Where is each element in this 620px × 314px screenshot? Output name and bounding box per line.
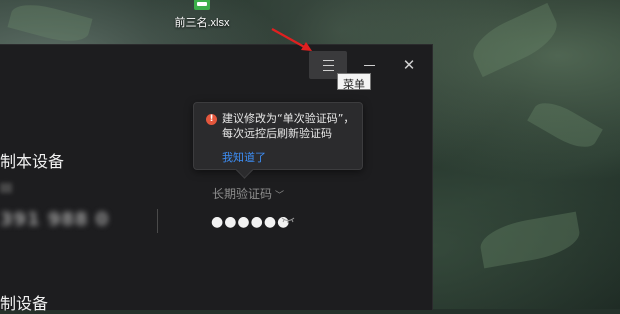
menu-tooltip: 菜单 [337,73,371,91]
vertical-divider [157,209,158,233]
desktop-file-label: 前三名.xlsx [174,17,230,29]
code-type-label: 长期验证码 [212,187,273,201]
menu-icon [322,59,334,71]
eye-closed-icon[interactable] [281,217,295,223]
code-type-dropdown[interactable]: 长期验证码 ﹀ [212,185,284,202]
chevron-down-icon: ﹀ [275,191,285,201]
wallpaper-leaf [7,0,93,48]
desktop-file-icon[interactable]: 前三名.xlsx [166,0,238,34]
annotation-arrow-icon [271,28,312,51]
hint-popover: ! 建议修改为“单次验证码”，每次远控后刷新验证码 我知道了 [193,102,363,170]
device-code: 391 988 0 [0,209,110,230]
wallpaper-leaf [527,94,603,156]
section-title-remote-device: 制设备 [0,294,49,313]
wallpaper-leaf [465,2,565,78]
popover-dismiss-link[interactable]: 我知道了 [222,149,266,165]
popover-message: 建议修改为“单次验证码”，每次远控后刷新验证码 [222,112,355,140]
device-code-label [0,183,12,193]
warning-icon: ! [206,114,217,125]
close-button[interactable]: ✕ [390,51,428,79]
minimize-icon [363,64,375,66]
close-icon: ✕ [402,55,416,74]
excel-file-icon [194,0,210,10]
wallpaper-leaf [477,211,583,269]
verification-code-masked: ●●●●●● [211,214,291,230]
section-title-this-device: 制本设备 [0,152,65,171]
